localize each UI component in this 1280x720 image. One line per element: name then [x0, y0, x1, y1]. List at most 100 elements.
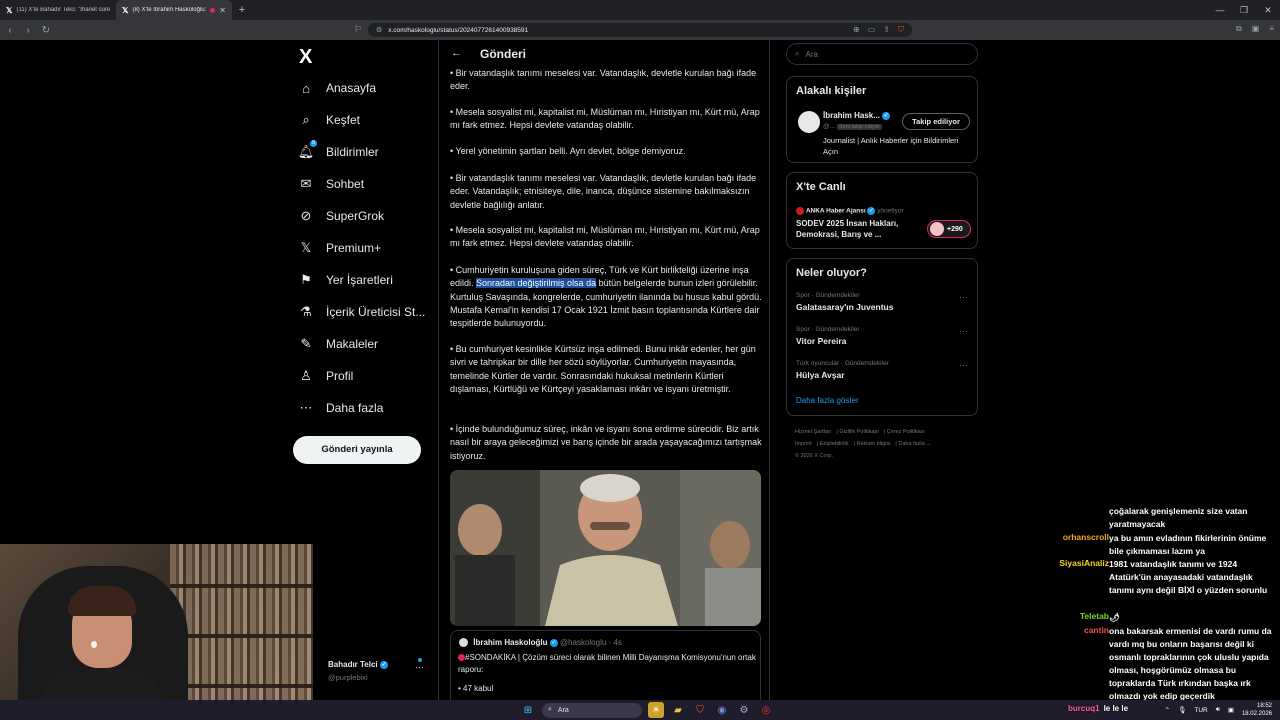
window-close-button[interactable]: ✕ [1256, 0, 1280, 20]
bookmark-page-icon[interactable]: ⚐ [354, 24, 362, 35]
clock[interactable]: 18:52 18.02.2026 [1242, 702, 1272, 718]
related-person-bio: Journalist | Anlık Haberler için Bildiri… [823, 136, 959, 156]
trend-item[interactable]: Türk oyuncular · Gündemdekiler Hülya Avş… [796, 360, 972, 380]
shelf-board [170, 684, 313, 688]
sidebar-item-more[interactable]: ⋯ Daha fazla [298, 395, 384, 421]
sidebar-item-label: Keşfet [326, 113, 361, 127]
system-tray: ⌃ 🎙︎ TUR 🔊︎ ▣ 18:52 18.02.2026 [1165, 700, 1272, 720]
back-icon[interactable]: ‹ [2, 25, 18, 36]
back-arrow-icon[interactable]: ← [451, 47, 462, 59]
file-explorer-icon[interactable]: ▰ [670, 702, 686, 718]
trend-item[interactable]: Spor · Gündemdekiler Vitor Pereira ··· [796, 326, 972, 346]
cast-icon[interactable]: ▭ [868, 25, 876, 35]
share-icon[interactable]: ⇪ [883, 25, 890, 35]
browser-tab[interactable]: 𝕏 (11) X'te Bahadır Telci: "İhanet sürec… [0, 0, 116, 20]
related-person-name[interactable]: İbrahim Hask... ✓ [823, 111, 891, 120]
related-person-handle: @... Seni takip ediyor [823, 123, 882, 130]
volume-icon[interactable]: 🔊︎ [1216, 706, 1220, 714]
more-icon[interactable]: ··· [415, 662, 424, 672]
quoted-post[interactable]: İbrahim Haskoloğlu ✓ @haskologlu · 4s #S… [450, 630, 761, 700]
reload-icon[interactable]: ↻ [38, 25, 54, 36]
sidebar-item-messages[interactable]: ✉ Sohbet [298, 171, 365, 197]
taskbar-search[interactable]: ⌕ Ara [542, 702, 642, 718]
bookshelf [170, 544, 313, 720]
browser-tab-active[interactable]: 𝕏 (8) X'te İbrahim Haskoloğlu: " ✕ [116, 0, 232, 20]
account-switcher[interactable]: Bahadır Telci ✓ @purplebixi ··· [304, 658, 434, 688]
following-button[interactable]: Takip ediliyor [902, 113, 970, 130]
live-host: ANKA Haber Ajansı ✓ yönetiyor [796, 207, 904, 215]
show-more-link[interactable]: Daha fazla göster [796, 396, 859, 405]
x-icon: 𝕏 [300, 240, 312, 255]
address-bar[interactable]: ⚙ x.com/haskologlu/status/20240772614009… [368, 23, 912, 37]
search-icon: ⌕ [302, 112, 310, 127]
obs-icon[interactable]: ◎ [758, 702, 774, 718]
sidebar-item-notifications[interactable]: 🔔︎ 8 Bildirimler [298, 139, 379, 165]
widgets-icon[interactable]: ☀ [648, 702, 664, 718]
footer-link[interactable]: Daha fazla ... [898, 441, 930, 447]
discord-icon[interactable]: ◉ [714, 702, 730, 718]
x-favicon-icon: 𝕏 [122, 5, 129, 15]
language-indicator[interactable]: TUR [1194, 707, 1207, 714]
search-input[interactable]: ⌕ Ara [786, 43, 978, 65]
verified-icon: ✓ [549, 638, 558, 647]
verified-icon: ✓ [882, 111, 891, 120]
footer-link[interactable]: Erişilebilirlik [820, 441, 849, 447]
live-listeners-badge[interactable]: +290 [927, 220, 971, 238]
site-info-icon[interactable]: ⚙ [376, 26, 382, 34]
more-icon[interactable]: ··· [959, 292, 968, 302]
extensions-icon[interactable]: ⧉ [1236, 24, 1242, 34]
more-icon: ⋯ [299, 400, 313, 415]
chat-username: SiyasiAnaliz [1059, 558, 1109, 568]
sidebar-item-bookmarks[interactable]: ⚑ Yer İşaretleri [298, 267, 393, 293]
post-paragraph: • İçinde bulunduğumuz süreç, inkân ve is… [450, 424, 762, 461]
minimize-button[interactable]: — [1208, 0, 1232, 20]
sidebar-item-supergrok[interactable]: ⊘ SuperGrok [298, 203, 384, 229]
shelf-board [170, 584, 313, 588]
more-icon[interactable]: ··· [959, 360, 968, 370]
sidebar-item-home[interactable]: ⌂ Anasayfa [298, 75, 376, 101]
search-icon: ⌕ [548, 706, 552, 713]
network-icon[interactable]: ▣ [1228, 706, 1234, 714]
steam-icon[interactable]: ⚙ [736, 702, 752, 718]
sidebar-item-label: Sohbet [326, 177, 365, 191]
post-button[interactable]: Gönderi yayınla [293, 436, 421, 464]
footer-link[interactable]: İmprint [795, 441, 812, 447]
footer-link[interactable]: Hizmet Şartları [795, 429, 831, 435]
bookmark-icon: ⚑ [300, 272, 312, 287]
close-icon[interactable]: ✕ [219, 6, 226, 15]
maximize-button[interactable]: ❐ [1232, 0, 1256, 20]
footer-link[interactable]: Reklam bilgisi [856, 441, 890, 447]
chat-message-overlay: burcuq1 le le le [1068, 704, 1129, 713]
footer-link[interactable]: Çerez Politikası [887, 429, 925, 435]
new-tab-button[interactable]: + [232, 4, 252, 16]
zoom-icon[interactable]: ⊕ [853, 25, 860, 35]
post-image[interactable] [450, 470, 761, 626]
browser-tabbar: 𝕏 (11) X'te Bahadır Telci: "İhanet sürec… [0, 0, 1280, 20]
streamer-hair [68, 586, 136, 616]
brave-browser-icon[interactable]: ⛉ [692, 702, 708, 718]
forward-icon[interactable]: › [20, 25, 36, 36]
sidebar-item-explore[interactable]: ⌕ Keşfet [298, 107, 360, 133]
sidebar-item-profile[interactable]: ♙ Profil [298, 363, 353, 389]
wallet-icon[interactable]: ▣ [1252, 24, 1260, 34]
card-title: Neler oluyor? [796, 267, 867, 279]
avatar[interactable] [798, 111, 820, 133]
trend-item[interactable]: Spor · Gündemdekiler Galatasaray'ın Juve… [796, 292, 972, 312]
chat-message: ya bu amın evladının fikirlerinin önüme … [1109, 533, 1267, 557]
sidebar-item-premium[interactable]: 𝕏 Premium+ [298, 235, 381, 261]
x-logo-icon[interactable]: X [299, 46, 312, 69]
windows-start-icon[interactable]: ⊞ [520, 702, 536, 718]
sidebar-item-articles[interactable]: ✎ Makaleler [298, 331, 378, 357]
chat-message: çoğalarak genişlemeniz size vatan yaratm… [1109, 506, 1248, 530]
card-title: X'te Canlı [796, 181, 846, 193]
menu-icon[interactable]: ≡ [1269, 24, 1274, 34]
sidebar-item-creator-studio[interactable]: ⚗ İçerik Üreticisi St... [298, 299, 425, 325]
chevron-up-icon[interactable]: ⌃ [1165, 706, 1170, 714]
more-icon[interactable]: ··· [959, 326, 968, 336]
brave-shield-icon[interactable]: ⛉ [898, 25, 904, 35]
footer-link[interactable]: Gizlilik Politikası [839, 429, 878, 435]
main-column: ← Gönderi • Bir vatandaşlık tanımı mesel… [438, 40, 770, 700]
post-paragraph: • Mesela sosyalist mi, kapitalist mi, Mü… [450, 225, 760, 249]
live-stream-title[interactable]: SODEV 2025 İnsan Hakları, Demokrasi, Bar… [796, 219, 911, 240]
microphone-icon[interactable]: 🎙︎ [1178, 706, 1186, 714]
